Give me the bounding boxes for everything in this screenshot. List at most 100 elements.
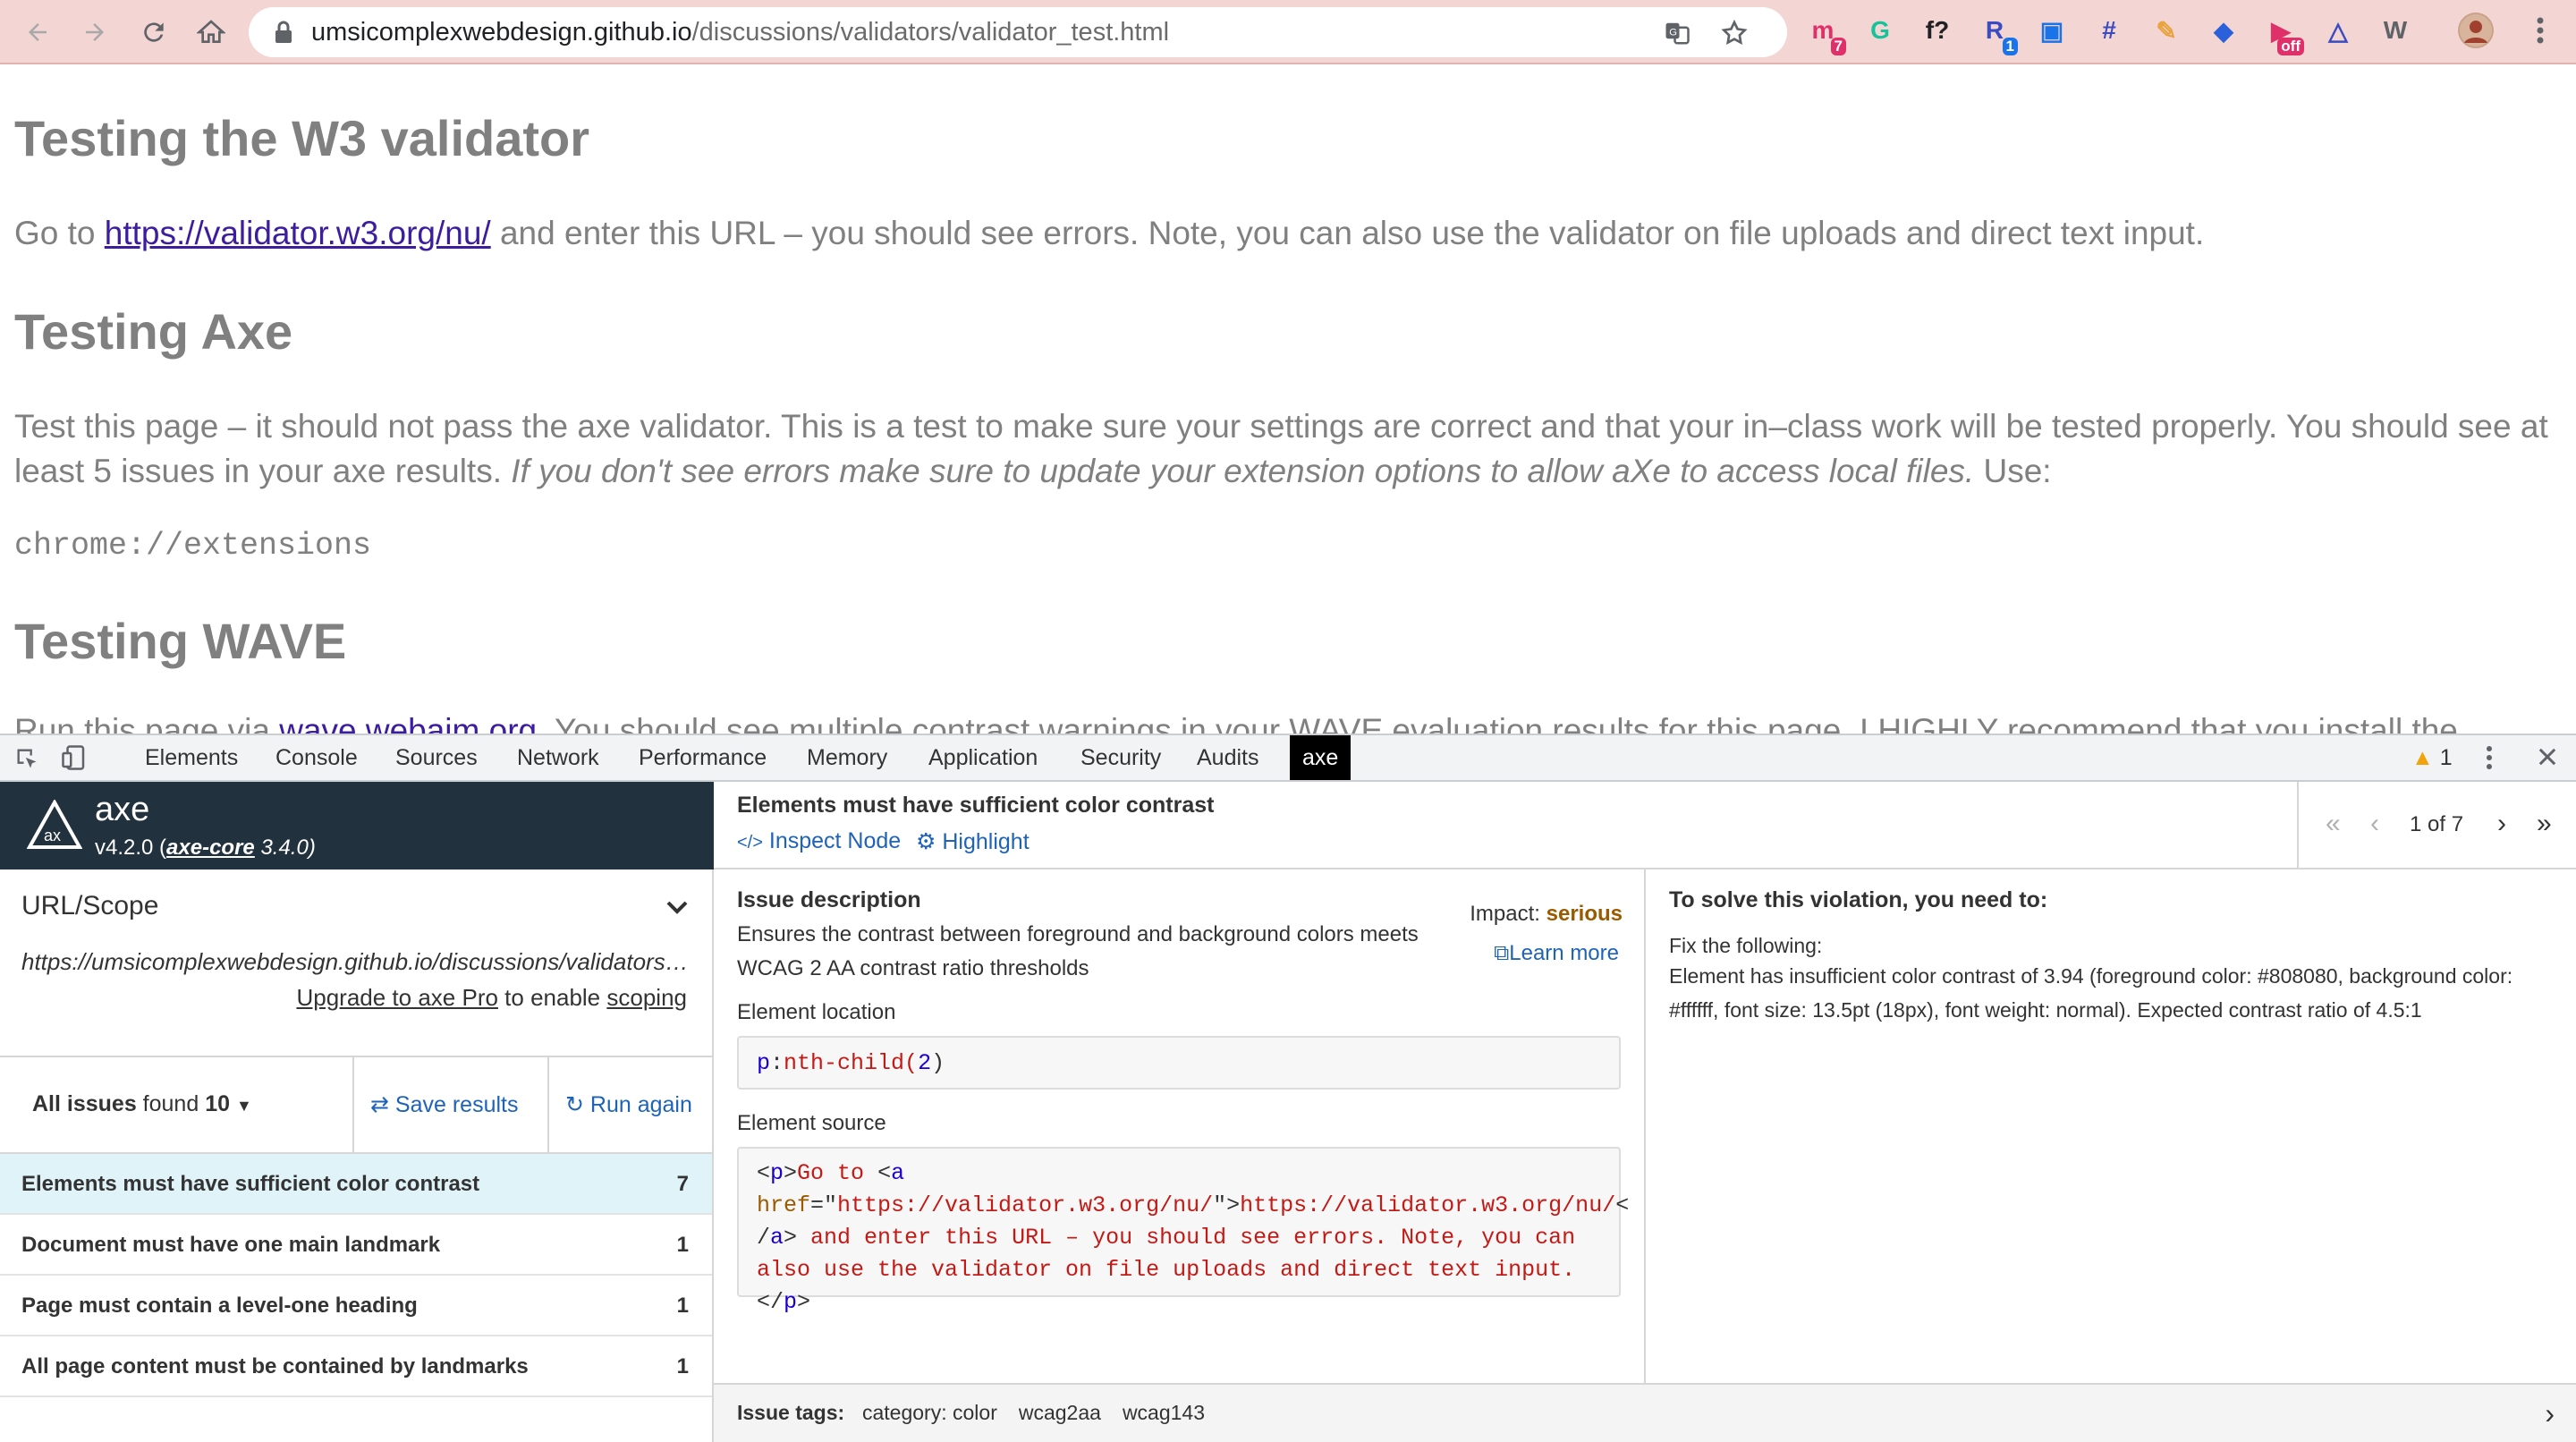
devtools-tab-sources[interactable]: Sources bbox=[383, 735, 490, 780]
validator-link[interactable]: https://validator.w3.org/nu/ bbox=[105, 215, 491, 251]
issue-row[interactable]: All page content must be contained by la… bbox=[0, 1336, 712, 1397]
url-host: umsicomplexwebdesign.github.io bbox=[311, 18, 692, 47]
all-issues-label: All issues bbox=[32, 1091, 137, 1116]
issue-row[interactable]: Page must contain a level-one heading 1 bbox=[0, 1276, 712, 1336]
devtools-menu-icon[interactable] bbox=[2485, 744, 2494, 776]
devtools-tab-network[interactable]: Network bbox=[504, 735, 612, 780]
paragraph-axe: Test this page – it should not pass the … bbox=[14, 404, 2555, 494]
devtools-tab-axe[interactable]: axe bbox=[1290, 735, 1352, 780]
axe-core-version: 3.4.0) bbox=[254, 836, 316, 860]
translate-icon[interactable]: G bbox=[1662, 18, 1692, 48]
issue-count: 1 bbox=[676, 1354, 689, 1378]
all-issues-dropdown[interactable]: All issues found 10 ▼ bbox=[32, 1091, 252, 1117]
url-path: /discussions/validators/validator_test.h… bbox=[691, 18, 1170, 47]
r-extension-icon-glyph: R bbox=[1985, 16, 2004, 44]
heading-wave: Testing WAVE bbox=[14, 613, 347, 669]
save-results-label: Save results bbox=[394, 1092, 519, 1117]
warning-indicator[interactable]: ▲ 1 bbox=[2411, 744, 2453, 771]
wave-link[interactable]: wave.webaim.org bbox=[279, 712, 537, 734]
warning-count: 1 bbox=[2439, 745, 2453, 770]
url-text[interactable]: umsicomplexwebdesign.github.io/discussio… bbox=[311, 16, 1169, 48]
impact-label: Impact: bbox=[1470, 902, 1546, 926]
p3-text-after: . You should see multiple contrast warni… bbox=[537, 712, 2458, 734]
menu-kebab-icon[interactable] bbox=[2522, 13, 2558, 48]
address-bar[interactable]: umsicomplexwebdesign.github.io/discussio… bbox=[249, 7, 1787, 57]
axe-extension-icon[interactable]: △ bbox=[2320, 13, 2356, 48]
solve-title: To solve this violation, you need to: bbox=[1669, 887, 2048, 912]
issue-detail-header: Elements must have sufficient color cont… bbox=[714, 782, 2576, 869]
devtools-tab-memory[interactable]: Memory bbox=[794, 735, 900, 780]
reader-icon-glyph: ▣ bbox=[2039, 16, 2064, 45]
learn-more-link[interactable]: ⧉Learn more bbox=[1494, 941, 1619, 966]
impact-value: serious bbox=[1546, 902, 1623, 926]
back-icon[interactable] bbox=[18, 13, 57, 52]
lock-icon[interactable] bbox=[274, 20, 293, 49]
axe-core-link[interactable]: axe-core bbox=[166, 836, 255, 860]
chevron-right-icon[interactable]: › bbox=[2545, 1397, 2555, 1430]
issue-tags-bar: Issue tags: category: color wcag2aa wcag14… bbox=[714, 1383, 2576, 1442]
upgrade-link[interactable]: Upgrade to axe Pro bbox=[296, 984, 497, 1011]
devtools-tabbar: Elements Console Sources Network Performance… bbox=[0, 734, 2576, 782]
first-page-icon[interactable]: « bbox=[2326, 809, 2341, 839]
grammarly-icon[interactable]: G bbox=[1862, 13, 1898, 48]
devtools-tab-security[interactable]: Security bbox=[1068, 735, 1174, 780]
r-extension-icon[interactable]: R1 bbox=[1977, 13, 2018, 55]
issue-count: 1 bbox=[676, 1233, 689, 1257]
inspect-element-icon[interactable] bbox=[14, 746, 39, 776]
pager-text: 1 of 7 bbox=[2410, 812, 2464, 836]
scope-title[interactable]: URL/Scope bbox=[21, 891, 158, 921]
scoping-link[interactable]: scoping bbox=[606, 984, 687, 1011]
crop-icon-glyph: # bbox=[2102, 16, 2116, 44]
avatar[interactable] bbox=[2458, 13, 2494, 48]
pencil-icon-glyph: ✎ bbox=[2156, 16, 2177, 45]
devtools-tab-console[interactable]: Console bbox=[263, 735, 370, 780]
devtools-close-icon[interactable] bbox=[2535, 744, 2560, 774]
diamond-icon[interactable]: ◆ bbox=[2206, 13, 2241, 48]
paragraph-wave: Run this page via wave.webaim.org. You s… bbox=[14, 708, 2555, 734]
prev-page-icon[interactable]: ‹ bbox=[2370, 809, 2379, 839]
issue-tag: category: color bbox=[862, 1401, 997, 1424]
issue-row[interactable]: Document must have one main landmark 1 bbox=[0, 1215, 712, 1276]
wave-extension-icon[interactable]: W bbox=[2377, 13, 2413, 48]
location-colon: : bbox=[770, 1050, 784, 1076]
scope-url: https://umsicomplexwebdesign.github.io/d… bbox=[21, 948, 694, 975]
forward-icon[interactable] bbox=[75, 13, 114, 52]
browser-toolbar: umsicomplexwebdesign.github.io/discussio… bbox=[0, 0, 2576, 64]
next-page-icon[interactable]: › bbox=[2497, 809, 2506, 839]
external-link-icon: ⧉ bbox=[1494, 941, 1510, 965]
chevron-down-icon[interactable] bbox=[665, 900, 689, 920]
star-icon[interactable] bbox=[1719, 18, 1750, 48]
devtools-tab-audits[interactable]: Audits bbox=[1184, 735, 1271, 780]
axe-version: v4.2.0 (axe-core 3.4.0) bbox=[95, 836, 316, 861]
issue-row[interactable]: Elements must have sufficient color cont… bbox=[0, 1154, 712, 1215]
run-again-button[interactable]: ↻ Run again bbox=[565, 1091, 692, 1118]
reader-icon[interactable]: ▣ bbox=[2034, 13, 2070, 48]
found-label: found bbox=[136, 1091, 206, 1116]
home-icon[interactable] bbox=[191, 13, 231, 52]
devtools-tab-elements[interactable]: Elements bbox=[132, 735, 250, 780]
devtools-tab-performance[interactable]: Performance bbox=[626, 735, 779, 780]
tags-list: category: color wcag2aa wcag143 bbox=[862, 1401, 1205, 1425]
heading-axe: Testing Axe bbox=[14, 303, 293, 360]
fix-text: Element has insufficient color contrast … bbox=[1669, 964, 2513, 1022]
highlight-button[interactable]: ⚙ Highlight bbox=[916, 828, 1030, 855]
crop-icon[interactable]: # bbox=[2091, 13, 2127, 48]
last-page-icon[interactable]: » bbox=[2537, 809, 2552, 839]
issue-title: Elements must have sufficient color cont… bbox=[737, 793, 1215, 818]
issue-label: Elements must have sufficient color cont… bbox=[21, 1172, 480, 1196]
save-results-button[interactable]: ⇄ Save results bbox=[370, 1091, 518, 1118]
element-source-label: Element source bbox=[737, 1111, 886, 1135]
video-icon[interactable]: ▶ off bbox=[2263, 13, 2304, 55]
pencil-icon[interactable]: ✎ bbox=[2148, 13, 2184, 48]
reload-icon[interactable] bbox=[134, 13, 174, 52]
element-location-code: p:nth-child(2) bbox=[737, 1036, 1621, 1090]
m-extension-icon[interactable]: m7 bbox=[1805, 13, 1846, 55]
location-close-paren: ) bbox=[931, 1050, 945, 1076]
extension-badge: off bbox=[2277, 38, 2304, 55]
device-toolbar-icon[interactable] bbox=[61, 744, 88, 776]
devtools-tab-application[interactable]: Application bbox=[916, 735, 1050, 780]
element-source-code: <p>Go to <a href="https://validator.w3.o… bbox=[737, 1147, 1629, 1315]
formula-icon-glyph: f? bbox=[1925, 16, 1950, 44]
formula-icon[interactable]: f? bbox=[1919, 13, 1955, 48]
inspect-node-button[interactable]: </> Inspect Node bbox=[737, 828, 901, 854]
